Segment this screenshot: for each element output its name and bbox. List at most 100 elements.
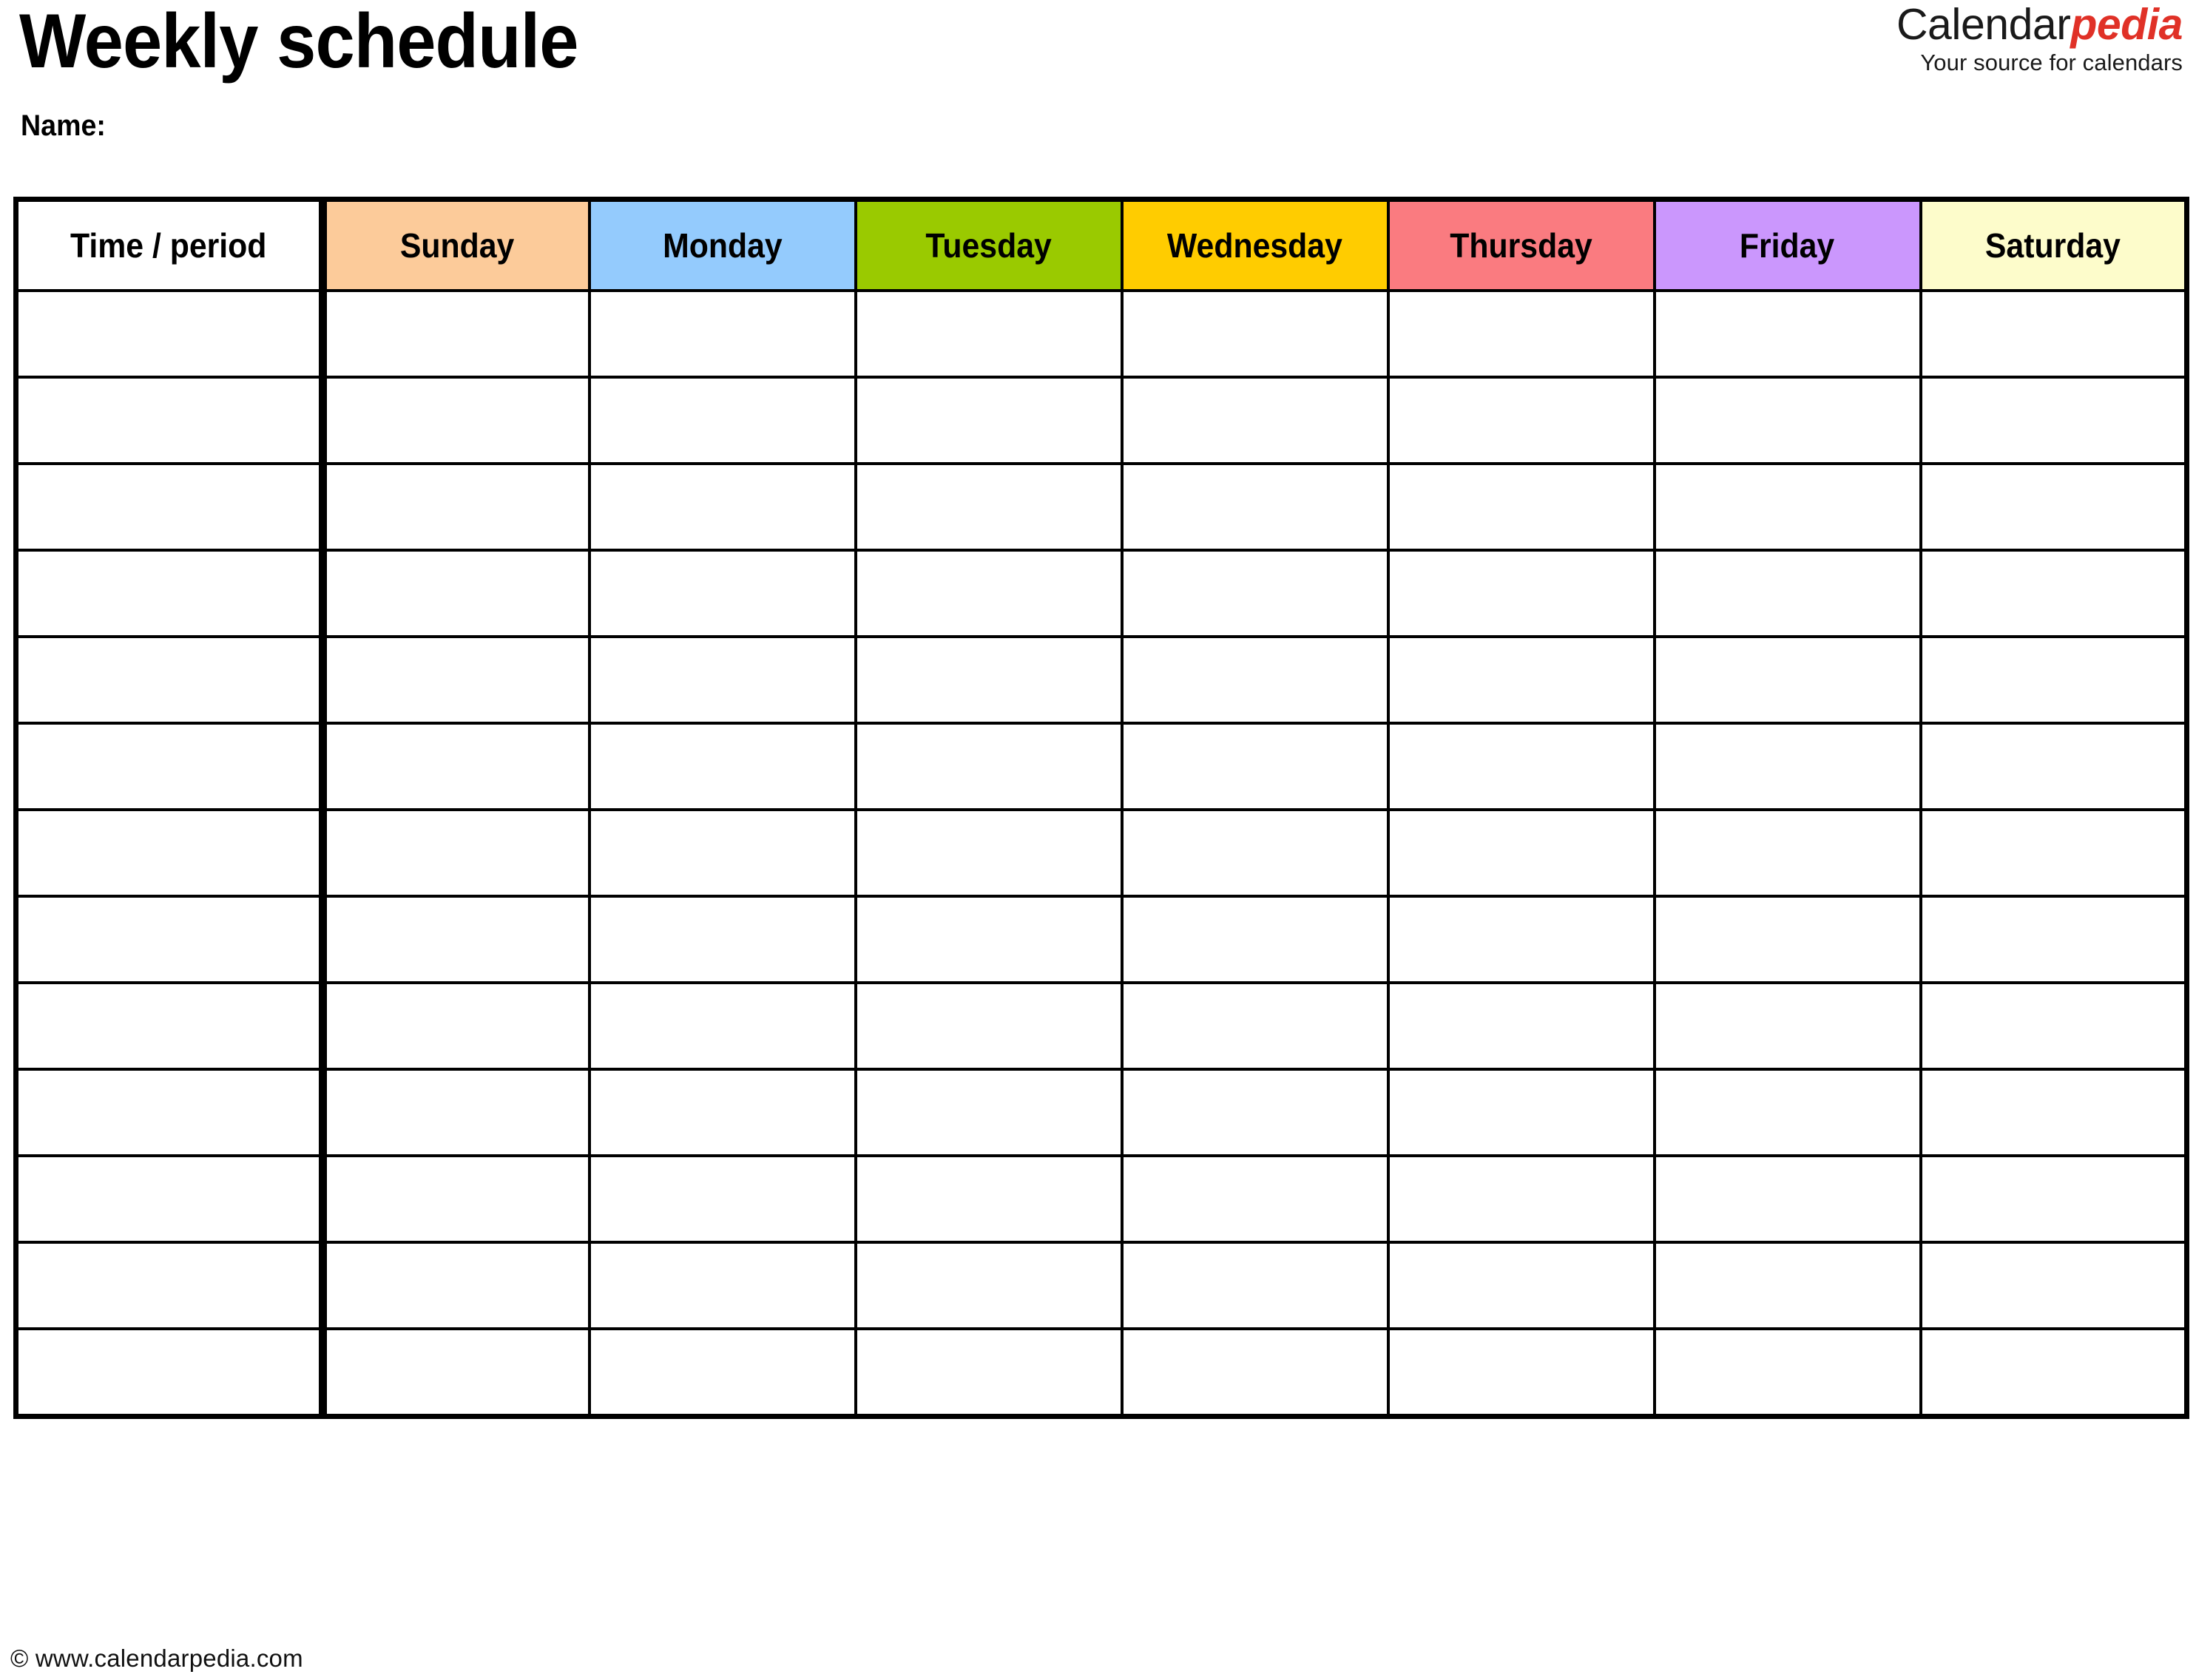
time-period-cell[interactable]	[14, 635, 327, 725]
schedule-cell[interactable]	[1386, 549, 1656, 638]
schedule-cell[interactable]	[1652, 549, 1922, 638]
schedule-cell[interactable]	[587, 289, 857, 379]
schedule-cell[interactable]	[1120, 289, 1390, 379]
schedule-cell[interactable]	[1120, 895, 1390, 984]
schedule-cell[interactable]	[854, 722, 1124, 811]
time-period-cell[interactable]	[14, 808, 327, 898]
schedule-cell[interactable]	[854, 289, 1124, 379]
schedule-cell[interactable]	[1652, 808, 1922, 898]
schedule-cell[interactable]	[587, 808, 857, 898]
schedule-cell[interactable]	[1919, 1241, 2189, 1330]
schedule-cell[interactable]	[1652, 635, 1922, 725]
schedule-cell[interactable]	[321, 1241, 591, 1330]
schedule-cell[interactable]	[321, 462, 591, 552]
schedule-cell[interactable]	[587, 549, 857, 638]
schedule-cell[interactable]	[1919, 981, 2189, 1071]
schedule-cell[interactable]	[1652, 895, 1922, 984]
schedule-cell[interactable]	[321, 376, 591, 465]
schedule-cell[interactable]	[1120, 1327, 1390, 1419]
schedule-cell[interactable]	[587, 981, 857, 1071]
schedule-cell[interactable]	[1652, 376, 1922, 465]
schedule-cell[interactable]	[854, 1327, 1124, 1419]
schedule-cell[interactable]	[1919, 808, 2189, 898]
schedule-cell[interactable]	[854, 462, 1124, 552]
schedule-cell[interactable]	[1120, 549, 1390, 638]
schedule-cell[interactable]	[587, 1068, 857, 1157]
schedule-cell[interactable]	[1919, 895, 2189, 984]
schedule-cell[interactable]	[1120, 635, 1390, 725]
time-period-cell[interactable]	[14, 1241, 327, 1330]
time-period-cell[interactable]	[14, 722, 327, 811]
schedule-cell[interactable]	[1120, 1068, 1390, 1157]
schedule-cell[interactable]	[1386, 1241, 1656, 1330]
schedule-cell[interactable]	[1386, 1327, 1656, 1419]
schedule-cell[interactable]	[854, 376, 1124, 465]
schedule-cell[interactable]	[1386, 1068, 1656, 1157]
schedule-cell[interactable]	[587, 1327, 857, 1419]
schedule-cell[interactable]	[321, 1154, 591, 1244]
schedule-cell[interactable]	[1652, 462, 1922, 552]
schedule-cell[interactable]	[854, 981, 1124, 1071]
schedule-cell[interactable]	[587, 1154, 857, 1244]
schedule-cell[interactable]	[321, 1068, 591, 1157]
schedule-cell[interactable]	[321, 289, 591, 379]
schedule-cell[interactable]	[1120, 981, 1390, 1071]
time-period-cell[interactable]	[14, 1154, 327, 1244]
schedule-cell[interactable]	[1386, 462, 1656, 552]
schedule-cell[interactable]	[1120, 462, 1390, 552]
schedule-cell[interactable]	[1919, 289, 2189, 379]
schedule-cell[interactable]	[1652, 722, 1922, 811]
schedule-cell[interactable]	[1919, 1068, 2189, 1157]
time-period-cell[interactable]	[14, 981, 327, 1071]
schedule-cell[interactable]	[854, 895, 1124, 984]
schedule-cell[interactable]	[1120, 376, 1390, 465]
schedule-cell[interactable]	[1120, 722, 1390, 811]
schedule-cell[interactable]	[587, 635, 857, 725]
schedule-cell[interactable]	[1652, 289, 1922, 379]
schedule-cell[interactable]	[1386, 1154, 1656, 1244]
schedule-cell[interactable]	[587, 376, 857, 465]
schedule-cell[interactable]	[1652, 1068, 1922, 1157]
schedule-cell[interactable]	[1919, 1327, 2189, 1419]
schedule-cell[interactable]	[1919, 462, 2189, 552]
schedule-cell[interactable]	[321, 549, 591, 638]
schedule-cell[interactable]	[587, 895, 857, 984]
schedule-cell[interactable]	[1120, 1154, 1390, 1244]
schedule-cell[interactable]	[1386, 981, 1656, 1071]
schedule-cell[interactable]	[854, 808, 1124, 898]
time-period-cell[interactable]	[14, 462, 327, 552]
schedule-cell[interactable]	[321, 981, 591, 1071]
schedule-cell[interactable]	[587, 462, 857, 552]
schedule-cell[interactable]	[1919, 1154, 2189, 1244]
time-period-cell[interactable]	[14, 1068, 327, 1157]
schedule-cell[interactable]	[1652, 981, 1922, 1071]
schedule-cell[interactable]	[1919, 549, 2189, 638]
schedule-cell[interactable]	[1652, 1154, 1922, 1244]
time-period-cell[interactable]	[14, 289, 327, 379]
schedule-cell[interactable]	[854, 635, 1124, 725]
schedule-cell[interactable]	[854, 1154, 1124, 1244]
schedule-cell[interactable]	[587, 722, 857, 811]
time-period-cell[interactable]	[14, 1327, 327, 1419]
schedule-cell[interactable]	[1386, 289, 1656, 379]
schedule-cell[interactable]	[1652, 1327, 1922, 1419]
schedule-cell[interactable]	[1386, 376, 1656, 465]
schedule-cell[interactable]	[854, 1241, 1124, 1330]
schedule-cell[interactable]	[321, 1327, 591, 1419]
schedule-cell[interactable]	[321, 808, 591, 898]
schedule-cell[interactable]	[587, 1241, 857, 1330]
schedule-cell[interactable]	[1919, 635, 2189, 725]
schedule-cell[interactable]	[854, 549, 1124, 638]
time-period-cell[interactable]	[14, 549, 327, 638]
schedule-cell[interactable]	[321, 895, 591, 984]
schedule-cell[interactable]	[1919, 376, 2189, 465]
schedule-cell[interactable]	[854, 1068, 1124, 1157]
schedule-cell[interactable]	[1386, 895, 1656, 984]
time-period-cell[interactable]	[14, 895, 327, 984]
schedule-cell[interactable]	[321, 722, 591, 811]
schedule-cell[interactable]	[1919, 722, 2189, 811]
schedule-cell[interactable]	[1120, 1241, 1390, 1330]
schedule-cell[interactable]	[1120, 808, 1390, 898]
time-period-cell[interactable]	[14, 376, 327, 465]
schedule-cell[interactable]	[1386, 635, 1656, 725]
